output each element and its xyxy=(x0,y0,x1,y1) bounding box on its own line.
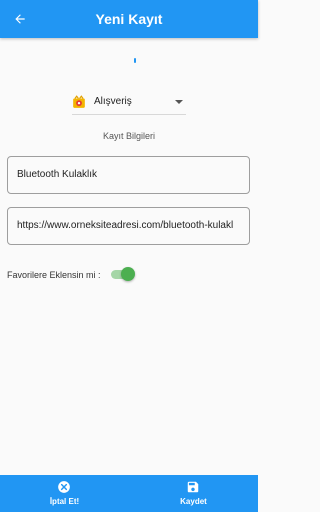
cancel-label: İptal Et! xyxy=(49,497,80,506)
page-title: Yeni Kayıt xyxy=(95,11,163,27)
save-button[interactable]: Kaydet xyxy=(129,475,258,512)
loading-indicator xyxy=(134,58,136,63)
favorite-toggle[interactable] xyxy=(111,267,135,281)
toggle-thumb xyxy=(121,267,135,281)
save-icon xyxy=(187,481,199,493)
favorite-label: Favorilere Eklensin mi : xyxy=(7,270,101,280)
product-name-field[interactable]: Bluetooth Kulaklık xyxy=(7,156,250,194)
chevron-down-icon xyxy=(175,100,183,104)
category-selected-value: Alışveriş xyxy=(94,96,132,107)
app-bar: Yeni Kayıt xyxy=(0,0,258,38)
shopping-cart-icon xyxy=(73,95,85,108)
save-label: Kaydet xyxy=(180,497,207,506)
cancel-circle-icon xyxy=(58,481,70,493)
url-value: https://www.orneksiteadresi.com/bluetoot… xyxy=(17,220,234,231)
bottom-action-bar: İptal Et! Kaydet xyxy=(0,475,258,512)
category-dropdown[interactable]: Alışveriş xyxy=(72,92,186,115)
product-name-value: Bluetooth Kulaklık xyxy=(17,169,98,180)
section-label: Kayıt Bilgileri xyxy=(102,131,156,141)
screen: Yeni Kayıt Alışveriş Kayıt Bilgileri Blu… xyxy=(0,0,258,512)
url-field[interactable]: https://www.orneksiteadresi.com/bluetoot… xyxy=(7,207,250,245)
cancel-button[interactable]: İptal Et! xyxy=(0,475,129,512)
